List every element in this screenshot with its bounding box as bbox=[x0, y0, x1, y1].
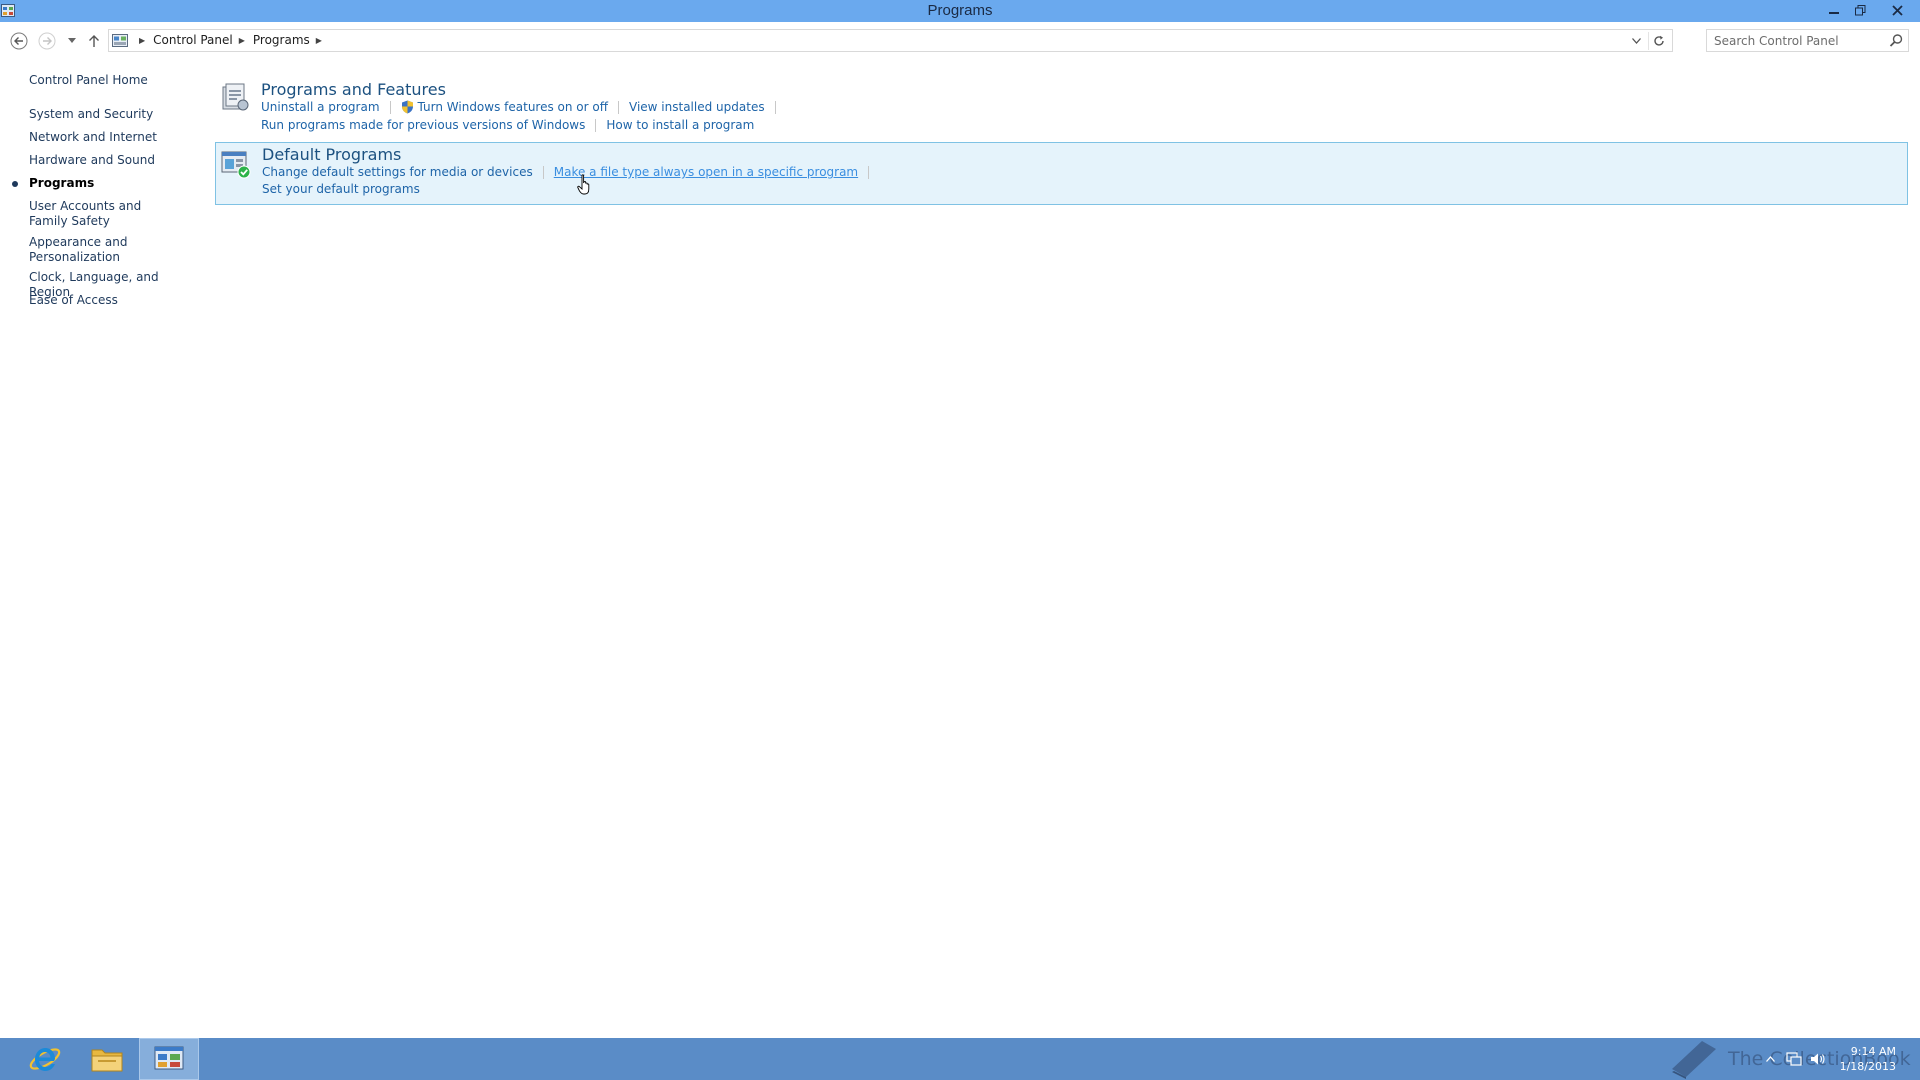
back-arrow-icon bbox=[10, 32, 28, 50]
restore-icon bbox=[1855, 4, 1866, 15]
breadcrumb-control-panel[interactable]: Control Panel bbox=[153, 33, 233, 47]
up-button[interactable] bbox=[83, 30, 105, 52]
breadcrumb-separator-icon[interactable]: ▶ bbox=[316, 36, 322, 45]
programs-and-features-links-row-1: Uninstall a program Turn Windows feature… bbox=[261, 100, 786, 114]
nav-programs[interactable]: Programs bbox=[12, 176, 199, 191]
speaker-icon bbox=[1811, 1053, 1825, 1065]
back-button[interactable] bbox=[8, 30, 30, 52]
taskbar-file-explorer[interactable] bbox=[77, 1038, 137, 1080]
breadcrumb-separator-icon[interactable]: ▶ bbox=[239, 36, 245, 45]
link-divider bbox=[774, 100, 776, 114]
programs-and-features-icon bbox=[222, 83, 249, 111]
control-panel-icon bbox=[112, 34, 128, 47]
search-icon[interactable] bbox=[1889, 33, 1904, 48]
uac-shield-icon bbox=[401, 100, 413, 114]
programs-and-features-links-row-2: Run programs made for previous versions … bbox=[261, 118, 754, 132]
change-default-media-settings-link[interactable]: Change default settings for media or dev… bbox=[262, 165, 533, 179]
uninstall-program-link[interactable]: Uninstall a program bbox=[261, 100, 380, 114]
refresh-button[interactable] bbox=[1648, 32, 1669, 50]
link-divider bbox=[868, 165, 870, 179]
link-divider bbox=[542, 165, 544, 179]
nav-programs-label: Programs bbox=[29, 176, 95, 190]
chevron-down-icon bbox=[1631, 38, 1641, 44]
taskbar: The CollectionBook 9:14 AM 1/18/2013 bbox=[0, 1038, 1920, 1080]
default-programs-links-row-1: Change default settings for media or dev… bbox=[262, 165, 879, 179]
default-programs-links-row-2: Set your default programs bbox=[262, 182, 420, 196]
refresh-icon bbox=[1654, 35, 1664, 46]
run-previous-windows-programs-link[interactable]: Run programs made for previous versions … bbox=[261, 118, 585, 132]
nav-network-and-internet[interactable]: Network and Internet bbox=[29, 130, 199, 145]
close-button[interactable] bbox=[1874, 0, 1920, 20]
control-panel-home-link[interactable]: Control Panel Home bbox=[29, 73, 148, 87]
window-title: Programs bbox=[927, 2, 993, 19]
recent-locations-button[interactable] bbox=[61, 30, 83, 52]
nav-ease-of-access[interactable]: Ease of Access bbox=[29, 293, 199, 308]
forward-arrow-icon bbox=[38, 32, 56, 50]
show-hidden-icons-button[interactable] bbox=[1760, 1049, 1780, 1069]
folder-icon bbox=[91, 1049, 123, 1072]
clock-time: 9:14 AM bbox=[1850, 1045, 1896, 1058]
nav-appearance-and-personalization[interactable]: Appearance and Personalization bbox=[29, 235, 129, 265]
network-icon bbox=[1786, 1052, 1802, 1066]
set-default-programs-link[interactable]: Set your default programs bbox=[262, 182, 420, 196]
up-arrow-icon bbox=[89, 35, 99, 47]
restore-button[interactable] bbox=[1847, 0, 1874, 20]
turn-windows-features-link[interactable]: Turn Windows features on or off bbox=[418, 100, 609, 114]
link-divider bbox=[595, 118, 597, 132]
default-programs-icon bbox=[221, 151, 251, 179]
active-indicator-icon bbox=[12, 181, 18, 187]
volume-tray-button[interactable] bbox=[1808, 1049, 1828, 1069]
book-icon bbox=[1672, 1041, 1716, 1079]
link-divider bbox=[389, 100, 391, 114]
clock-date: 1/18/2013 bbox=[1839, 1060, 1896, 1073]
internet-explorer-icon bbox=[29, 1048, 61, 1071]
address-history-button[interactable] bbox=[1628, 33, 1644, 49]
how-to-install-program-link[interactable]: How to install a program bbox=[606, 118, 754, 132]
search-input[interactable] bbox=[1707, 30, 1884, 51]
chevron-up-icon bbox=[1765, 1056, 1775, 1062]
breadcrumb-separator-icon[interactable]: ▶ bbox=[139, 36, 145, 45]
chevron-down-icon bbox=[68, 38, 76, 43]
taskbar-internet-explorer[interactable] bbox=[15, 1038, 75, 1080]
nav-hardware-and-sound[interactable]: Hardware and Sound bbox=[29, 153, 199, 168]
nav-system-and-security[interactable]: System and Security bbox=[29, 107, 199, 122]
file-type-association-link[interactable]: Make a file type always open in a specif… bbox=[554, 165, 858, 179]
control-panel-icon bbox=[154, 1046, 184, 1070]
taskbar-control-panel[interactable] bbox=[139, 1038, 199, 1080]
system-tray bbox=[1760, 1038, 1832, 1080]
search-box bbox=[1706, 29, 1909, 52]
forward-button[interactable] bbox=[36, 30, 58, 52]
title-bar: Programs bbox=[0, 0, 1920, 22]
address-bar[interactable]: ▶ Control Panel ▶ Programs ▶ bbox=[108, 29, 1673, 52]
category-default-programs: Default Programs Change default settings… bbox=[215, 142, 1908, 205]
breadcrumb-programs[interactable]: Programs bbox=[253, 33, 310, 47]
hand-cursor-icon bbox=[577, 174, 590, 195]
category-programs-and-features: Programs and Features Uninstall a progra… bbox=[215, 76, 1908, 137]
network-tray-button[interactable] bbox=[1784, 1049, 1804, 1069]
default-programs-title[interactable]: Default Programs bbox=[262, 145, 401, 164]
view-installed-updates-link[interactable]: View installed updates bbox=[629, 100, 765, 114]
close-icon bbox=[1891, 4, 1903, 16]
link-divider bbox=[618, 100, 620, 114]
breadcrumb: ▶ Control Panel ▶ Programs ▶ bbox=[133, 33, 330, 47]
navigation-bar: ▶ Control Panel ▶ Programs ▶ bbox=[0, 22, 1920, 59]
minimize-button[interactable] bbox=[1820, 0, 1847, 20]
programs-and-features-title[interactable]: Programs and Features bbox=[261, 80, 446, 99]
taskbar-clock[interactable]: 9:14 AM 1/18/2013 bbox=[1840, 1044, 1896, 1074]
minimize-icon bbox=[1828, 12, 1839, 14]
window-controls bbox=[1820, 0, 1920, 22]
nav-user-accounts[interactable]: User Accounts and Family Safety bbox=[29, 199, 179, 229]
